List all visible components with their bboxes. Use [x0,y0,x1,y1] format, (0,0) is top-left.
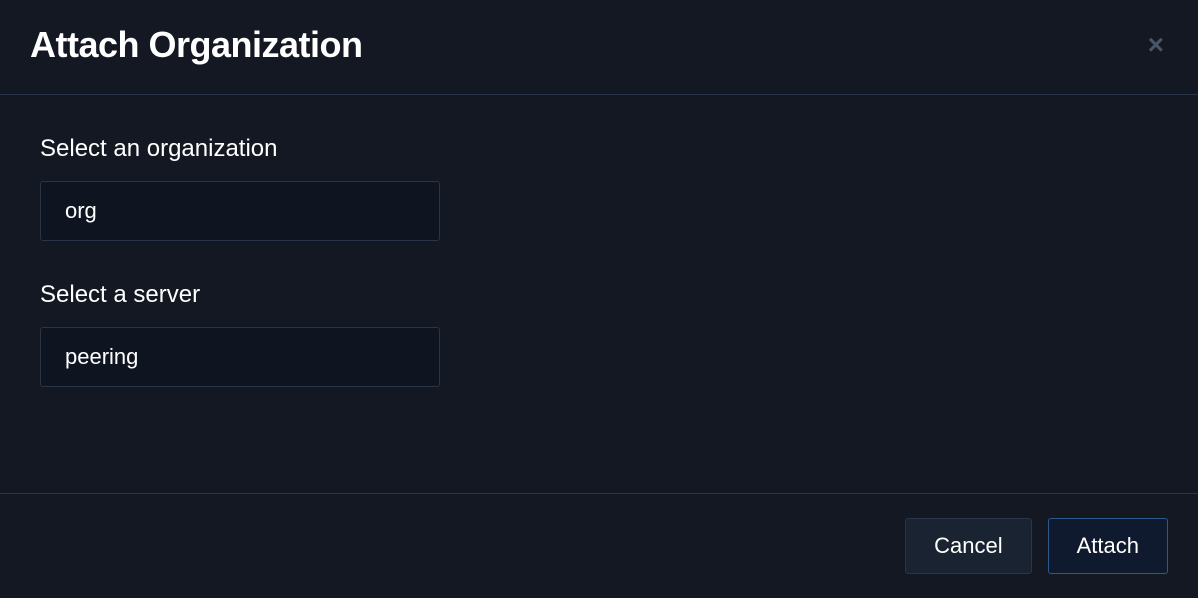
attach-organization-modal: Attach Organization × Select an organiza… [0,0,1198,598]
attach-button[interactable]: Attach [1048,518,1168,574]
server-form-group: Select a server peering [40,281,1158,387]
close-icon[interactable]: × [1144,27,1168,63]
organization-label: Select an organization [40,135,1158,163]
cancel-button[interactable]: Cancel [905,518,1031,574]
modal-title: Attach Organization [30,24,363,66]
organization-form-group: Select an organization org [40,135,1158,241]
organization-select[interactable]: org [40,181,440,241]
server-label: Select a server [40,281,1158,309]
modal-header: Attach Organization × [0,0,1198,95]
modal-footer: Cancel Attach [0,493,1198,598]
server-select[interactable]: peering [40,327,440,387]
modal-body: Select an organization org Select a serv… [0,95,1198,493]
